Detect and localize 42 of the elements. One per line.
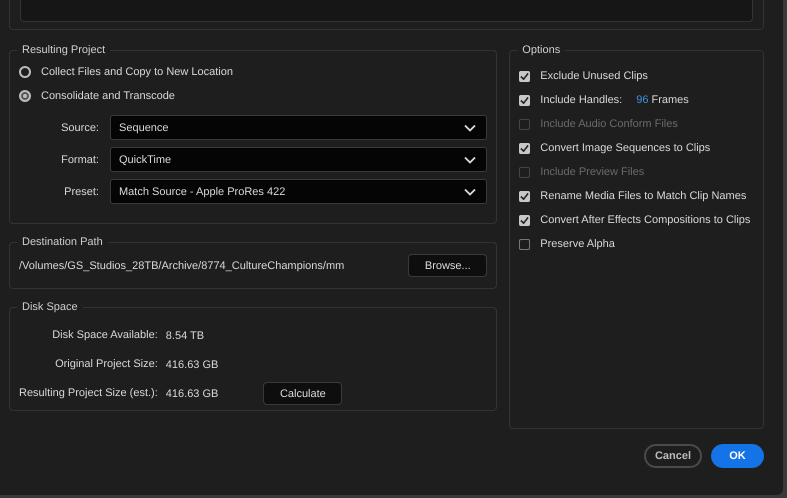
field-label: Source: (60, 122, 100, 134)
info-label: Original Project Size: (54, 357, 158, 372)
cancel-button[interactable]: Cancel (644, 444, 702, 468)
number-value[interactable]: 96 (636, 94, 648, 106)
radio-label[interactable]: Consolidate and Transcode (41, 90, 175, 102)
chevron-icon (464, 156, 476, 164)
dropdown[interactable]: Match Source - Apple ProRes 422 (110, 179, 488, 204)
checkbox-label[interactable]: Preserve Alpha (540, 238, 615, 250)
field-label: Preset: (63, 186, 100, 198)
checkbox[interactable] (519, 70, 530, 82)
chevron-icon (464, 188, 476, 196)
checkbox[interactable] (519, 238, 530, 250)
info-value: 416.63 GB (166, 358, 218, 370)
section-title: Options (521, 44, 562, 56)
ok-button[interactable]: OK (711, 444, 764, 468)
checkbox-label[interactable]: Exclude Unused Clips (540, 70, 648, 82)
checkbox-label[interactable]: Convert Image Sequences to Clips (540, 142, 710, 154)
checkbox-label[interactable]: Convert After Effects Compositions to Clips (540, 214, 750, 226)
radio-button[interactable] (19, 66, 31, 78)
browse-button[interactable]: Browse... (408, 254, 488, 277)
field-label: Format: (60, 154, 100, 166)
checkbox-label[interactable]: Rename Media Files to Match Clip Names (540, 190, 746, 202)
checkbox[interactable] (519, 190, 530, 202)
info-label: Resulting Project Size (est.): (19, 386, 158, 401)
info-value: 8.54 TB (166, 330, 206, 342)
dropdown[interactable]: QuickTime (110, 147, 488, 172)
info-value: 416.63 GB (166, 388, 218, 400)
checkbox[interactable] (519, 214, 530, 226)
chevron-icon (464, 124, 476, 132)
unit-label: Frames (652, 94, 689, 106)
radio-button[interactable] (19, 90, 31, 102)
path-text: /Volumes/GS_Studios_28TB/Archive/8774_CultureChampions/mm (19, 260, 344, 272)
checkbox[interactable] (519, 94, 530, 106)
calculate-button[interactable]: Calculate (263, 382, 342, 405)
section-title: Disk Space (21, 301, 79, 313)
checkbox-label[interactable]: Include Handles: (540, 94, 622, 106)
info-label: Disk Space Available: (51, 328, 158, 343)
section-title: Resulting Project (21, 44, 106, 56)
section-title: Destination Path (21, 236, 104, 248)
checkbox[interactable] (519, 142, 530, 154)
radio-label[interactable]: Collect Files and Copy to New Location (41, 66, 233, 78)
dropdown[interactable]: Sequence (110, 115, 488, 140)
